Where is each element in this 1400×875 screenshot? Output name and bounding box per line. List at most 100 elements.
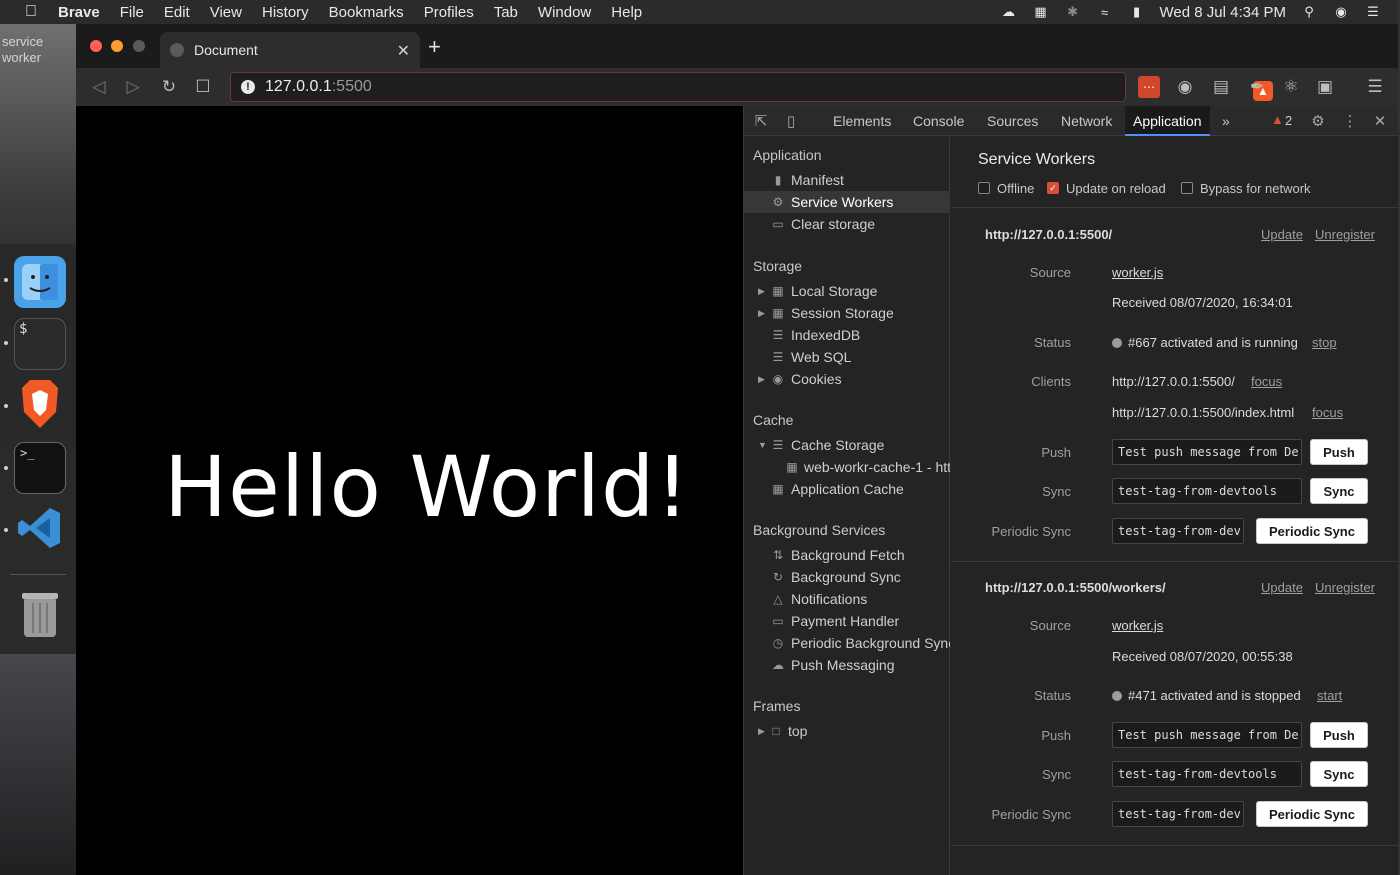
offline-checkbox[interactable]: Offline [978,180,1034,196]
spotlight-search-icon[interactable]: ⚲ [1300,4,1318,19]
device-toolbar-icon[interactable]: ▯ [782,112,800,130]
reader-icon[interactable]: ▤ [1210,76,1232,98]
menu-view[interactable]: View [210,4,242,21]
brave-browser-icon[interactable] [14,378,66,430]
sidebar-item-service-workers[interactable]: ⚙ Service Workers [744,191,950,213]
sync-button[interactable]: Sync [1310,761,1368,787]
source-link[interactable]: worker.js [1112,618,1163,633]
menu-history[interactable]: History [262,4,309,21]
wifi-icon[interactable]: ≈ [1096,5,1114,20]
sidebar-item-notifications[interactable]: △ Notifications [744,588,950,610]
settings-gear-icon[interactable]: ⚙ [1309,112,1327,130]
tab-network[interactable]: Network [1053,106,1120,136]
expand-arrow-icon[interactable]: ▶ [758,368,765,390]
extension-pen-icon[interactable]: ✒ [1246,76,1268,98]
browser-menu-icon[interactable]: ☰ [1364,76,1386,98]
bookmark-icon[interactable]: ☐ [192,76,214,98]
menu-app-name[interactable]: Brave [58,4,100,21]
update-on-reload-checkbox[interactable]: ✓ Update on reload [1047,180,1166,196]
tab-sources[interactable]: Sources [979,106,1046,136]
periodic-sync-button[interactable]: Periodic Sync [1256,801,1368,827]
push-message-input[interactable]: Test push message from De [1112,722,1302,748]
battery-icon[interactable]: ▮ [1128,4,1146,19]
back-icon[interactable]: ◁ [88,76,110,98]
more-tabs-button[interactable]: » [1214,106,1238,136]
site-info-icon[interactable]: ! [241,80,255,94]
periodic-sync-tag-input[interactable]: test-tag-from-dev [1112,518,1244,544]
control-center-icon[interactable]: ◉ [1332,4,1350,19]
unregister-link[interactable]: Unregister [1315,227,1375,242]
screenshot-icon[interactable]: ▣ [1314,76,1336,98]
menubar-app-icon[interactable]: ▦ [1032,4,1050,19]
warning-icon[interactable]: ▲ [1271,112,1284,127]
menubar-clock[interactable]: Wed 8 Jul 4:34 PM [1160,4,1286,21]
sidebar-item-cache-storage[interactable]: ▼ ☰ Cache Storage [744,434,950,456]
finder-icon[interactable] [14,256,66,308]
inspect-element-icon[interactable]: ⇱ [752,112,770,130]
sidebar-item-cache-entry[interactable]: ▦ web-workr-cache-1 - http [744,456,950,478]
sidebar-item-cookies[interactable]: ▶ ◉ Cookies [744,368,950,390]
sync-button[interactable]: Sync [1310,478,1368,504]
reload-icon[interactable]: ↻ [158,76,180,98]
unregister-link[interactable]: Unregister [1315,580,1375,595]
sidebar-item-manifest[interactable]: ▮ Manifest [744,169,950,191]
sidebar-item-payment-handler[interactable]: ▭ Payment Handler [744,610,950,632]
stop-link[interactable]: stop [1312,335,1337,350]
new-tab-button[interactable]: + [428,34,441,60]
checkbox-checked-icon[interactable]: ✓ [1047,182,1059,194]
close-devtools-icon[interactable]: ✕ [1371,112,1389,130]
desktop-file-label[interactable]: service worker [0,34,76,66]
trash-icon[interactable] [14,589,66,641]
close-window-button[interactable] [90,40,102,52]
tab-application[interactable]: Application [1125,106,1210,136]
iterm-app-icon[interactable]: >_ [14,442,66,494]
periodic-sync-tag-input[interactable]: test-tag-from-dev [1112,801,1244,827]
tab-document[interactable]: Document ✕ [160,32,420,68]
sidebar-item-session-storage[interactable]: ▶ ▦ Session Storage [744,302,950,324]
apple-menu-icon[interactable]:  [16,3,46,21]
tab-elements[interactable]: Elements [825,106,899,136]
periodic-sync-button[interactable]: Periodic Sync [1256,518,1368,544]
sidebar-item-web-sql[interactable]: ☰ Web SQL [744,346,950,368]
sidebar-item-indexeddb[interactable]: ☰ IndexedDB [744,324,950,346]
update-link[interactable]: Update [1261,580,1303,595]
menu-window[interactable]: Window [538,4,591,21]
sync-tag-input[interactable]: test-tag-from-devtools [1112,478,1302,504]
notification-center-icon[interactable]: ☰ [1364,4,1382,19]
react-devtools-icon[interactable]: ⚛ [1280,76,1302,98]
expand-arrow-icon[interactable]: ▶ [758,302,765,324]
bluetooth-icon[interactable]: ✱ [1064,4,1082,19]
checkbox-unchecked[interactable] [1181,182,1193,194]
menu-edit[interactable]: Edit [164,4,190,21]
update-link[interactable]: Update [1261,227,1303,242]
forward-icon[interactable]: ▷ [122,76,144,98]
sidebar-item-application-cache[interactable]: ▦ Application Cache [744,478,950,500]
sidebar-item-periodic-background-sync[interactable]: ◷ Periodic Background Sync [744,632,950,654]
sidebar-item-push-messaging[interactable]: ☁ Push Messaging [744,654,950,676]
push-message-input[interactable]: Test push message from De [1112,439,1302,465]
start-link[interactable]: start [1317,688,1342,703]
tab-console[interactable]: Console [905,106,972,136]
push-button[interactable]: Push [1310,722,1368,748]
menu-tab[interactable]: Tab [494,4,518,21]
bypass-for-network-checkbox[interactable]: Bypass for network [1181,180,1311,196]
focus-link[interactable]: focus [1312,405,1343,420]
zoom-window-button[interactable] [133,40,145,52]
terminal-app-icon[interactable]: $ [14,318,66,370]
extension-eye-icon[interactable]: ◉ [1174,76,1196,98]
expand-arrow-icon[interactable]: ▶ [758,280,765,302]
menu-help[interactable]: Help [611,4,642,21]
source-link[interactable]: worker.js [1112,265,1163,280]
menu-file[interactable]: File [120,4,144,21]
collapse-arrow-icon[interactable]: ▼ [758,434,767,456]
extension-icon[interactable]: ⋯ [1138,76,1160,98]
focus-link[interactable]: focus [1251,374,1282,389]
cloud-upload-icon[interactable]: ☁ [1000,4,1018,19]
sidebar-item-frame-top[interactable]: ▶ □ top [744,720,950,742]
sidebar-item-background-fetch[interactable]: ⇅ Background Fetch [744,544,950,566]
expand-arrow-icon[interactable]: ▶ [758,720,765,742]
vscode-icon[interactable] [14,502,66,554]
close-tab-icon[interactable]: ✕ [397,41,410,61]
sync-tag-input[interactable]: test-tag-from-devtools [1112,761,1302,787]
minimize-window-button[interactable] [111,40,123,52]
